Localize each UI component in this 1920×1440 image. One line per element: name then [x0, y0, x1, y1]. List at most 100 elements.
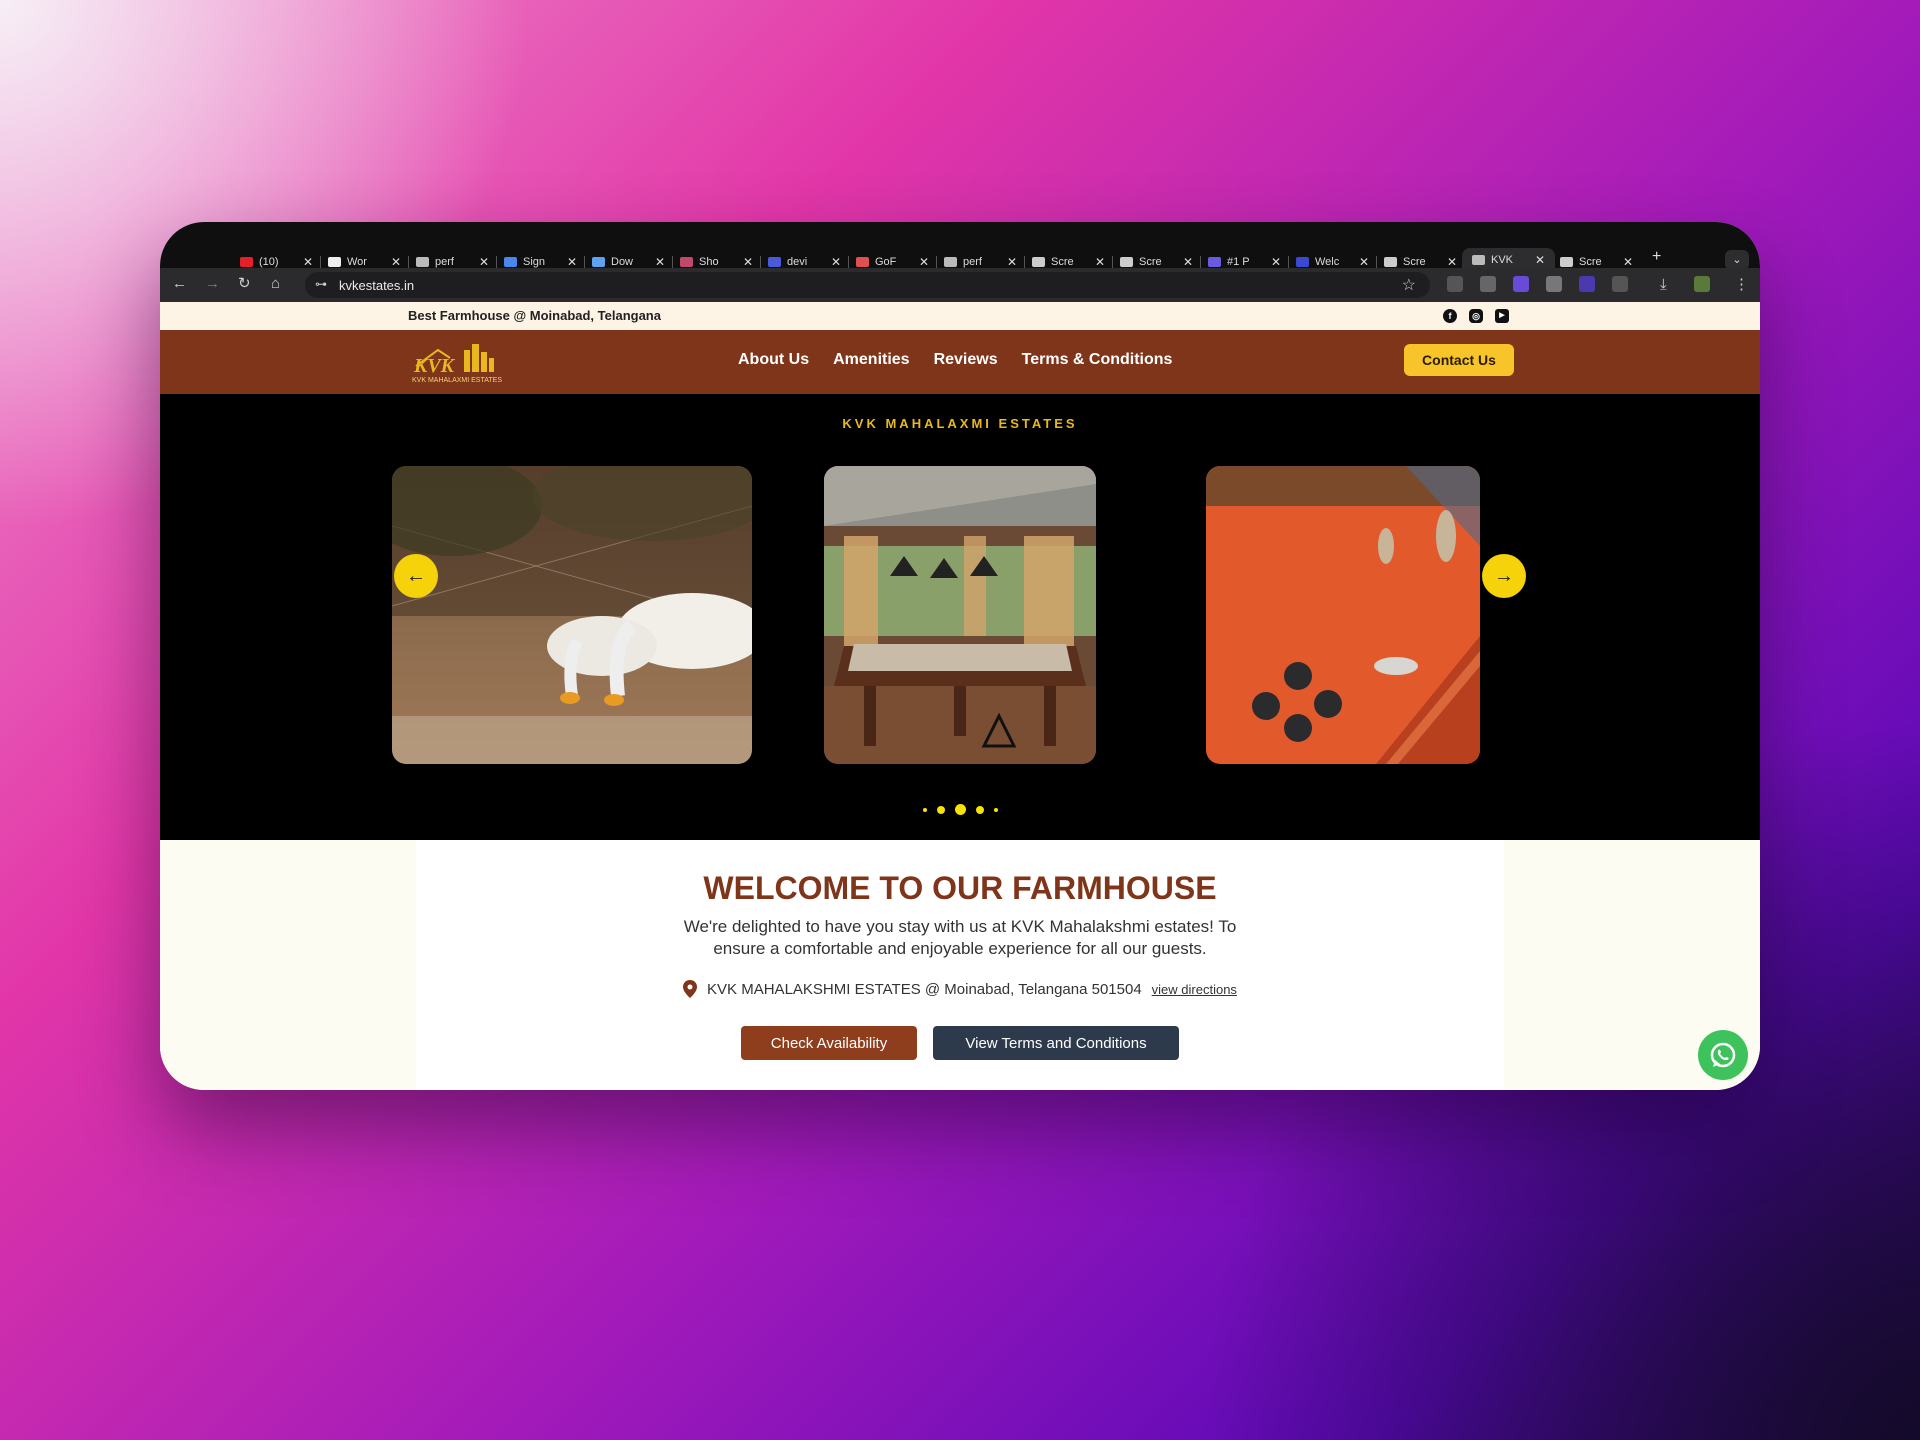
address-row: KVK MAHALAKSHMI ESTATES @ Moinabad, Tela… — [416, 980, 1504, 998]
tab-favicon-icon — [592, 257, 605, 267]
tab-search-button[interactable]: ⌄ — [1725, 250, 1749, 270]
tab-close-icon[interactable]: ✕ — [1183, 255, 1193, 269]
view-terms-button[interactable]: View Terms and Conditions — [933, 1026, 1179, 1060]
site-tagline: Best Farmhouse @ Moinabad, Telangana — [408, 308, 661, 323]
forward-icon[interactable]: → — [205, 274, 220, 294]
nav-amenities[interactable]: Amenities — [833, 351, 909, 369]
contact-us-button[interactable]: Contact Us — [1404, 344, 1514, 376]
bookmark-star-icon[interactable]: ☆ — [1402, 275, 1416, 295]
tab-separator — [1112, 256, 1113, 268]
tab-favicon-icon — [1472, 255, 1485, 265]
carousel-dot[interactable] — [975, 805, 984, 814]
tab-close-icon[interactable]: ✕ — [1447, 255, 1457, 269]
browser-toolbar: ← → ↻ ⌂ ⊶ kvkestates.in ☆ ⤓ ⋮ — [160, 268, 1760, 302]
welcome-actions: Check Availability View Terms and Condit… — [416, 1026, 1504, 1060]
tab-close-icon[interactable]: ✕ — [567, 255, 577, 269]
tab-separator — [1200, 256, 1201, 268]
logo-mark: KVK — [413, 355, 456, 377]
tab-strip: (10) ✕ Wor ✕ perf ✕ Sign ✕ Dow ✕ Sho ✕ devi ✕ GoF ✕ perf… — [160, 222, 1760, 272]
tab-close-icon[interactable]: ✕ — [1359, 255, 1369, 269]
instagram-icon[interactable]: ◎ — [1469, 309, 1483, 323]
tab-favicon-icon — [328, 257, 341, 267]
tab-separator — [1024, 256, 1025, 268]
tab-favicon-icon — [944, 257, 957, 267]
tab-close-icon[interactable]: ✕ — [1535, 253, 1545, 267]
browser-window: (10) ✕ Wor ✕ perf ✕ Sign ✕ Dow ✕ Sho ✕ devi ✕ GoF ✕ perf… — [160, 222, 1760, 1090]
tab-title: GoF — [875, 256, 897, 268]
tab-favicon-icon — [1296, 257, 1309, 267]
tab-title: devi — [787, 256, 808, 268]
tab-close-icon[interactable]: ✕ — [743, 255, 753, 269]
welcome-section: WELCOME TO OUR FARMHOUSE We're delighted… — [160, 840, 1760, 1090]
s-extension-icon[interactable] — [1513, 276, 1529, 292]
extensions-puzzle-icon[interactable] — [1612, 276, 1628, 292]
browser-menu-icon[interactable]: ⋮ — [1734, 275, 1749, 295]
reload-icon[interactable]: ↻ — [238, 274, 251, 294]
tab-close-icon[interactable]: ✕ — [919, 255, 929, 269]
tab-favicon-icon — [240, 257, 253, 267]
carousel-slide-terrace[interactable] — [1206, 466, 1480, 764]
notes-extension-icon[interactable] — [1480, 276, 1496, 292]
site-settings-icon[interactable]: ⊶ — [315, 277, 327, 291]
tab-close-icon[interactable]: ✕ — [303, 255, 313, 269]
tab-title: perf — [435, 256, 454, 268]
download-icon[interactable]: ⤓ — [1660, 275, 1667, 295]
check-availability-button[interactable]: Check Availability — [741, 1026, 917, 1060]
hero-carousel: KVK MAHALAXMI ESTATES ← → — [160, 394, 1760, 840]
whatsapp-icon — [1710, 1042, 1736, 1068]
tab-separator — [408, 256, 409, 268]
tab-close-icon[interactable]: ✕ — [831, 255, 841, 269]
tab-separator — [672, 256, 673, 268]
tab-title: Scre — [1051, 256, 1074, 268]
tab-separator — [848, 256, 849, 268]
carousel-next-button[interactable]: → — [1482, 554, 1526, 598]
carousel-slide-pool-table[interactable] — [824, 466, 1096, 764]
carousel-slide-geese[interactable] — [392, 466, 752, 764]
profile-extension-icon[interactable] — [1579, 276, 1595, 292]
tab-separator — [1288, 256, 1289, 268]
back-icon[interactable]: ← — [172, 274, 187, 294]
carousel-dot[interactable] — [922, 807, 927, 812]
tab-separator — [496, 256, 497, 268]
site-navbar: KVK KVK MAHALAXMI ESTATES About Us Ameni… — [160, 330, 1760, 394]
tab-close-icon[interactable]: ✕ — [391, 255, 401, 269]
tab-close-icon[interactable]: ✕ — [1623, 255, 1633, 269]
tab-close-icon[interactable]: ✕ — [1095, 255, 1105, 269]
tab-favicon-icon — [856, 257, 869, 267]
code-extension-icon[interactable] — [1546, 276, 1562, 292]
avatar[interactable] — [1694, 276, 1710, 292]
carousel-dot-active[interactable] — [954, 804, 966, 815]
tab-close-icon[interactable]: ✕ — [1271, 255, 1281, 269]
address-bar[interactable]: ⊶ kvkestates.in ☆ — [305, 272, 1430, 298]
welcome-text: We're delighted to have you stay with us… — [683, 917, 1237, 958]
address-text: KVK MAHALAKSHMI ESTATES @ Moinabad, Tela… — [707, 980, 1142, 998]
tab-close-icon[interactable]: ✕ — [655, 255, 665, 269]
view-directions-link[interactable]: view directions — [1152, 982, 1237, 997]
new-tab-button[interactable]: + — [1652, 248, 1661, 266]
facebook-icon[interactable]: f — [1443, 309, 1457, 323]
carousel-dot[interactable] — [993, 807, 998, 812]
carousel-prev-button[interactable]: ← — [394, 554, 438, 598]
site-top-strip: Best Farmhouse @ Moinabad, Telangana f ◎… — [160, 302, 1760, 330]
tab-close-icon[interactable]: ✕ — [1007, 255, 1017, 269]
tab-title: Scre — [1403, 256, 1426, 268]
tab-separator — [584, 256, 585, 268]
carousel-dot[interactable] — [936, 805, 945, 814]
tab-title: (10) — [259, 256, 279, 268]
nav-about-us[interactable]: About Us — [738, 351, 809, 369]
tab-title: Wor — [347, 256, 367, 268]
tab-title: Sho — [699, 256, 719, 268]
home-icon[interactable]: ⌂ — [271, 274, 280, 294]
tab-title: Welc — [1315, 256, 1340, 268]
url-text[interactable]: kvkestates.in — [339, 278, 414, 293]
tab-favicon-icon — [768, 257, 781, 267]
site-logo[interactable]: KVK KVK MAHALAXMI ESTATES — [410, 336, 508, 388]
camera-extension-icon[interactable] — [1447, 276, 1463, 292]
whatsapp-button[interactable] — [1698, 1030, 1748, 1080]
nav-terms-conditions[interactable]: Terms & Conditions — [1022, 351, 1173, 369]
tab-favicon-icon — [1560, 257, 1573, 267]
youtube-icon[interactable]: ▶ — [1495, 309, 1509, 323]
tab-close-icon[interactable]: ✕ — [479, 255, 489, 269]
tab-title: Scre — [1579, 256, 1602, 268]
nav-reviews[interactable]: Reviews — [934, 351, 998, 369]
